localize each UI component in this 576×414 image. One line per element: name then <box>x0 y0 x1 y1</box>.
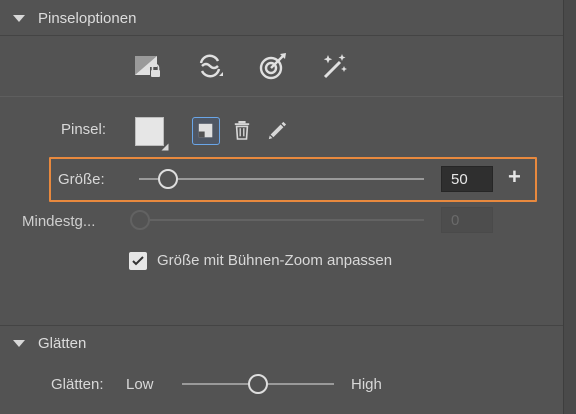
edit-brush-button[interactable] <box>265 118 289 142</box>
custom-brush-button[interactable] <box>192 117 220 145</box>
size-input[interactable]: 50 <box>441 166 493 192</box>
zoom-scale-checkbox[interactable] <box>129 252 147 270</box>
size-label: Größe: <box>58 171 105 188</box>
checkmark-icon <box>132 256 144 266</box>
pencil-icon <box>268 121 287 140</box>
brush-label: Pinsel: <box>61 121 107 138</box>
trash-icon <box>234 121 250 140</box>
min-size-value: 0 <box>451 211 460 229</box>
smoothing-title: Glätten <box>38 334 87 352</box>
dropdown-corner-icon <box>161 143 169 151</box>
toolbar-divider <box>0 96 563 97</box>
brush-options-header[interactable]: Pinseloptionen <box>0 3 563 33</box>
header-divider <box>0 35 563 36</box>
smoothing-slider-thumb[interactable] <box>248 374 268 394</box>
lock-brush-icon[interactable] <box>132 50 164 82</box>
size-value: 50 <box>451 170 468 188</box>
collapse-triangle-icon[interactable] <box>13 14 25 22</box>
section-divider <box>0 325 563 326</box>
delete-brush-button[interactable] <box>231 118 253 142</box>
smoothing-high-label: High <box>351 376 382 393</box>
collapse-triangle-icon[interactable] <box>13 339 25 347</box>
brush-options-title: Pinseloptionen <box>38 9 137 27</box>
custom-brush-icon <box>198 123 213 138</box>
smoothing-header[interactable]: Glätten <box>0 328 563 358</box>
min-size-slider-track <box>139 219 424 221</box>
magic-wand-icon[interactable] <box>319 50 351 82</box>
brush-shape-swatch[interactable] <box>135 117 164 146</box>
target-brush-icon[interactable] <box>257 50 289 82</box>
smoothing-label: Glätten: <box>51 376 104 393</box>
zoom-scale-label: Größe mit Bühnen-Zoom anpassen <box>157 252 393 269</box>
size-slider-track[interactable] <box>139 178 424 180</box>
size-slider-thumb[interactable] <box>157 169 178 189</box>
min-size-slider-thumb <box>130 210 150 230</box>
smoothing-low-label: Low <box>126 376 154 393</box>
min-size-label: Mindestg... <box>22 213 96 230</box>
min-size-input: 0 <box>441 207 493 233</box>
increase-size-icon[interactable]: + <box>508 164 521 190</box>
brush-mode-icon[interactable] <box>194 50 226 82</box>
panel-scrollbar[interactable] <box>564 0 576 414</box>
brush-options-panel: Pinseloptionen Pinsel: Größe: 50 + Minde… <box>0 0 564 414</box>
